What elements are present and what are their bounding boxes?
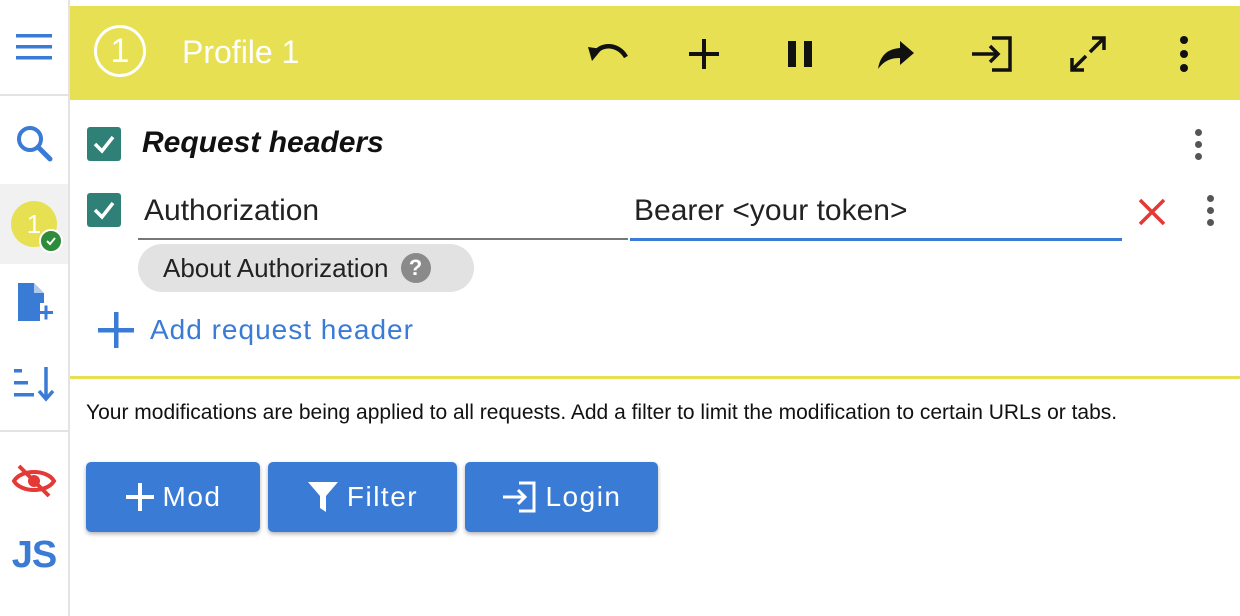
hide-button[interactable] bbox=[0, 458, 68, 504]
header-value-field[interactable]: Bearer <your token> bbox=[630, 188, 1122, 241]
sidebar-divider bbox=[0, 94, 68, 96]
add-file-icon bbox=[18, 283, 53, 321]
undo-button[interactable] bbox=[584, 30, 632, 78]
eye-off-icon bbox=[11, 464, 57, 498]
add-icon bbox=[125, 482, 155, 512]
expand-button[interactable] bbox=[1064, 30, 1112, 78]
js-button[interactable]: JS bbox=[0, 530, 68, 580]
search-icon bbox=[17, 126, 53, 162]
search-button[interactable] bbox=[0, 118, 68, 168]
add-filter-button[interactable]: Filter bbox=[268, 462, 457, 532]
profile-header: 1 Profile 1 bbox=[70, 6, 1240, 100]
active-check-icon bbox=[39, 229, 63, 253]
share-button[interactable] bbox=[872, 30, 920, 78]
menu-button[interactable] bbox=[0, 22, 68, 72]
section-more-icon[interactable] bbox=[1186, 129, 1210, 160]
sort-button[interactable] bbox=[0, 360, 68, 406]
redo-share-icon bbox=[878, 41, 914, 69]
filter-button-label: Filter bbox=[346, 481, 419, 512]
add-icon bbox=[98, 312, 134, 348]
more-vert-icon bbox=[1180, 36, 1188, 72]
menu-icon bbox=[16, 34, 52, 60]
chip-label: About Authorization bbox=[163, 252, 389, 283]
header-value-text: Bearer <your token> bbox=[634, 194, 908, 227]
add-icon bbox=[689, 39, 719, 69]
profile-badge: 1 bbox=[11, 201, 63, 253]
add-request-header-label: Add request header bbox=[150, 314, 414, 345]
mod-button-label: Mod bbox=[162, 481, 222, 512]
add-mod-button[interactable]: Mod bbox=[86, 462, 260, 532]
delete-header-button[interactable] bbox=[1136, 196, 1168, 228]
section-title: Request headers bbox=[142, 126, 384, 159]
check-icon bbox=[93, 135, 115, 154]
pause-icon bbox=[788, 41, 812, 67]
add-profile-button[interactable] bbox=[0, 278, 68, 330]
section-divider bbox=[70, 376, 1240, 379]
header-name-field[interactable]: Authorization bbox=[138, 188, 628, 240]
undo-icon bbox=[588, 44, 628, 61]
header-name-value: Authorization bbox=[144, 194, 320, 227]
sidebar: 1 JS bbox=[0, 0, 70, 616]
login-button-label: Login bbox=[545, 481, 622, 512]
profile-number-circle: 1 bbox=[94, 25, 146, 77]
pause-button[interactable] bbox=[776, 30, 824, 78]
js-icon: JS bbox=[11, 533, 57, 576]
about-authorization-chip[interactable]: About Authorization ? bbox=[138, 244, 474, 292]
sidebar-divider bbox=[0, 430, 68, 432]
close-icon bbox=[1138, 198, 1166, 226]
sidebar-item-profile-1[interactable]: 1 bbox=[0, 184, 68, 264]
add-button[interactable] bbox=[680, 30, 728, 78]
profile-badge-number: 1 bbox=[26, 208, 42, 239]
expand-icon bbox=[1070, 36, 1106, 72]
header-row-checkbox[interactable] bbox=[87, 193, 121, 227]
add-request-header-button[interactable]: Add request header bbox=[96, 310, 414, 350]
filter-notice: Your modifications are being applied to … bbox=[86, 401, 1118, 424]
login-button[interactable] bbox=[968, 30, 1016, 78]
more-button[interactable] bbox=[1160, 30, 1208, 78]
section-checkbox[interactable] bbox=[87, 127, 121, 161]
sort-icon bbox=[14, 367, 55, 402]
login-icon bbox=[501, 481, 537, 513]
help-icon: ? bbox=[400, 253, 431, 283]
profile-title[interactable]: Profile 1 bbox=[182, 34, 299, 71]
check-icon bbox=[93, 201, 115, 220]
login-icon bbox=[972, 36, 1012, 72]
header-row-more-icon[interactable] bbox=[1198, 195, 1222, 226]
filter-icon bbox=[307, 480, 339, 514]
login-action-button[interactable]: Login bbox=[465, 462, 658, 532]
